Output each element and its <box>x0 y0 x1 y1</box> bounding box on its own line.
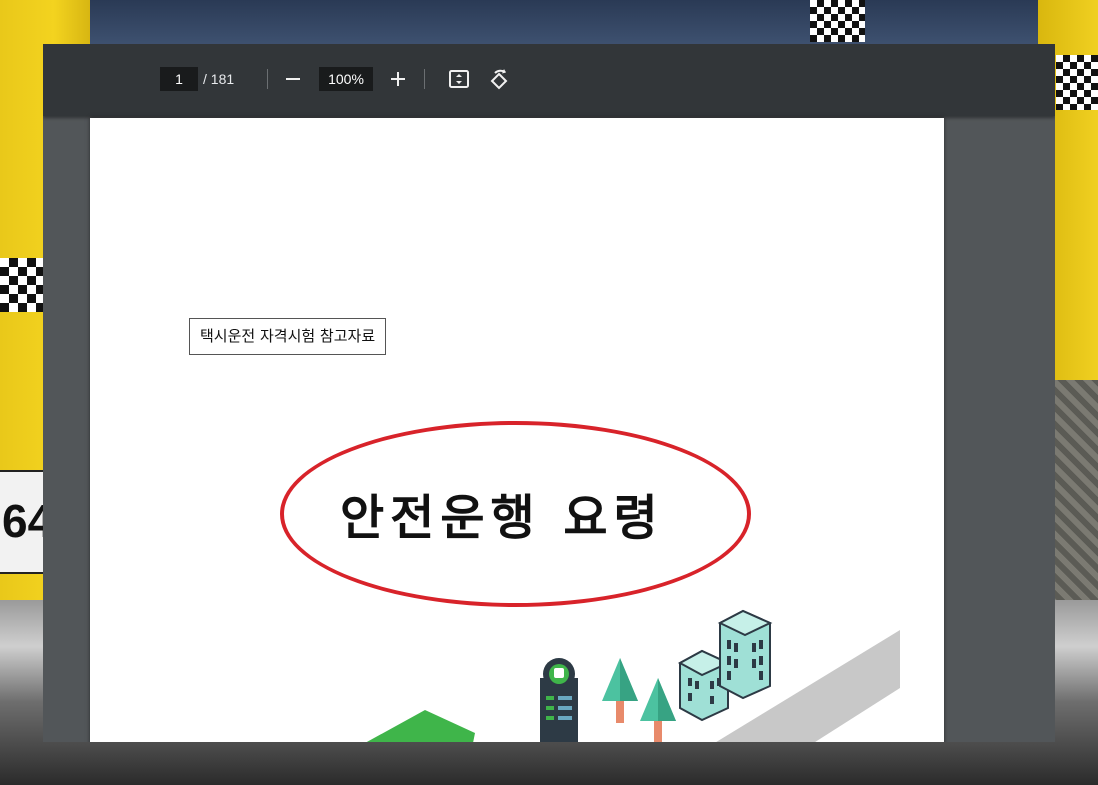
page-number-input[interactable]: 1 <box>160 67 198 91</box>
minus-icon <box>286 78 300 80</box>
zoom-out-button[interactable] <box>278 64 308 94</box>
toolbar-divider <box>267 69 268 89</box>
tree-icon <box>640 678 676 742</box>
license-plate: 64 <box>0 470 53 574</box>
pdf-page: 택시운전 자격시험 참고자료 안전운행 요령 <box>90 118 944 742</box>
bus-stop-icon <box>540 658 578 742</box>
plus-icon <box>391 72 405 86</box>
pdf-viewer: 1 / 181 100% 택시운전 자격시험 참고자료 안전운행 요령 <box>43 44 1055 742</box>
fit-page-icon <box>449 70 469 88</box>
page-total: / 181 <box>203 71 235 87</box>
zoom-level-input[interactable]: 100% <box>319 67 373 91</box>
tree-icon <box>602 658 638 723</box>
checker-pattern-top <box>810 0 865 42</box>
rotate-icon <box>490 69 508 90</box>
checker-pattern-right <box>1056 55 1098 110</box>
rotate-button[interactable] <box>484 64 514 94</box>
city-illustration <box>366 609 900 742</box>
toolbar-divider <box>424 69 425 89</box>
building-icon <box>717 609 773 700</box>
fit-page-button[interactable] <box>444 64 474 94</box>
grass-shape <box>366 710 475 742</box>
zoom-in-button[interactable] <box>383 64 413 94</box>
checker-pattern <box>0 258 44 312</box>
pdf-toolbar: 1 / 181 100% <box>43 44 1055 116</box>
